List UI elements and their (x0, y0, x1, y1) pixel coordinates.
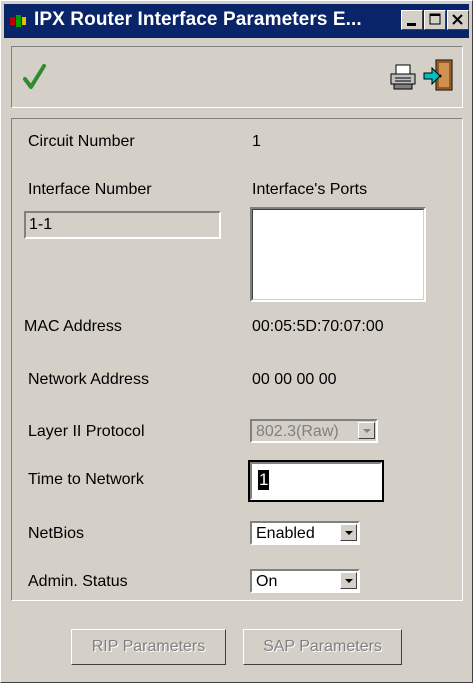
time-to-network-field[interactable]: 1 (248, 460, 384, 502)
interface-number-field[interactable]: 1-1 (24, 211, 221, 239)
mac-address-label: MAC Address (24, 318, 122, 335)
close-button[interactable] (447, 10, 469, 30)
layer2-protocol-value: 802.3(Raw) (256, 423, 339, 440)
sap-parameters-button: SAP Parameters (243, 629, 402, 665)
interface-ports-label: Interface's Ports (252, 181, 368, 198)
toolbar (11, 46, 463, 108)
network-address-value: 00 00 00 00 (252, 371, 337, 388)
minimize-icon (407, 23, 416, 26)
layer2-protocol-label: Layer II Protocol (28, 423, 145, 440)
rip-parameters-button: RIP Parameters (71, 629, 226, 665)
time-to-network-value: 1 (258, 470, 270, 490)
time-to-network-label: Time to Network (28, 471, 144, 488)
sap-parameters-label: SAP Parameters (263, 638, 382, 655)
netbios-label: NetBios (28, 525, 85, 542)
printer-icon[interactable] (388, 62, 418, 92)
admin-status-select[interactable]: On (250, 569, 360, 593)
minimize-button[interactable] (401, 10, 423, 30)
chevron-down-icon[interactable] (340, 524, 357, 541)
netbios-select[interactable]: Enabled (250, 521, 360, 545)
window-title: IPX Router Interface Parameters E... (34, 9, 362, 30)
circuit-number-value: 1 (252, 133, 261, 150)
rip-parameters-label: RIP Parameters (91, 638, 206, 655)
app-icon (10, 15, 26, 27)
netbios-value: Enabled (256, 525, 315, 542)
exit-door-icon[interactable] (422, 57, 456, 95)
interface-number-value: 1-1 (29, 216, 53, 233)
interface-ports-list[interactable] (250, 207, 426, 302)
title-bar[interactable]: IPX Router Interface Parameters E... (4, 4, 469, 38)
circuit-number-label: Circuit Number (28, 133, 135, 150)
dialog-window: IPX Router Interface Parameters E... Cir… (0, 0, 473, 683)
chevron-down-icon[interactable] (340, 572, 357, 589)
close-icon (452, 14, 463, 25)
interface-number-label: Interface Number (28, 181, 152, 198)
checkmark-icon[interactable] (22, 63, 48, 91)
parameters-panel: Circuit Number 1 Interface Number Interf… (11, 118, 463, 601)
maximize-icon (429, 13, 441, 25)
maximize-button[interactable] (424, 10, 446, 30)
admin-status-label: Admin. Status (28, 573, 128, 590)
network-address-label: Network Address (28, 371, 149, 388)
chevron-down-icon (358, 422, 375, 439)
layer2-protocol-select: 802.3(Raw) (250, 419, 378, 443)
mac-address-value: 00:05:5D:70:07:00 (252, 318, 384, 335)
admin-status-value: On (256, 573, 278, 590)
